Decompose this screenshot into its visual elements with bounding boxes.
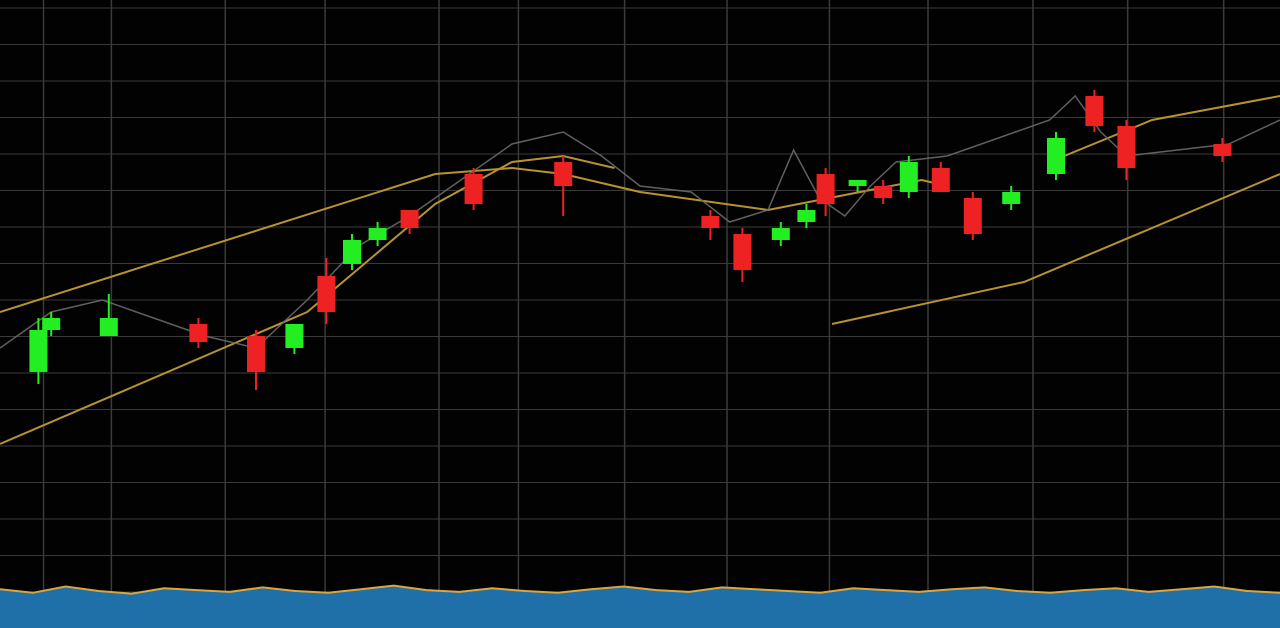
candle-6 <box>317 276 336 312</box>
candle-1 <box>42 318 61 330</box>
candle-16 <box>816 174 835 204</box>
candle-5 <box>285 324 304 348</box>
candle-21 <box>963 198 982 234</box>
candle-18 <box>874 186 893 198</box>
candle-14 <box>771 228 790 240</box>
candle-4 <box>247 336 265 372</box>
candle-8 <box>368 228 387 240</box>
candle-2 <box>99 318 118 336</box>
stock-chart <box>0 0 1280 628</box>
candle-22 <box>1002 192 1021 204</box>
candle-19 <box>899 162 918 192</box>
chart-background <box>0 0 1280 628</box>
candle-0 <box>29 330 48 372</box>
candlestick-chart <box>0 0 1280 628</box>
candle-20 <box>931 168 950 192</box>
candle-24 <box>1085 96 1104 126</box>
candle-9 <box>400 210 419 228</box>
candle-7 <box>343 240 361 264</box>
candle-23 <box>1047 138 1065 174</box>
candle-26 <box>1213 144 1232 156</box>
volume-area <box>0 584 1280 628</box>
candle-17 <box>848 180 867 186</box>
candle-10 <box>464 174 483 204</box>
volume-fill <box>0 585 1280 628</box>
candle-11 <box>554 162 573 186</box>
candle-15 <box>797 210 816 222</box>
candle-25 <box>1117 126 1136 168</box>
candle-3 <box>189 324 208 342</box>
candle-12 <box>701 216 720 228</box>
candle-13 <box>733 234 752 270</box>
